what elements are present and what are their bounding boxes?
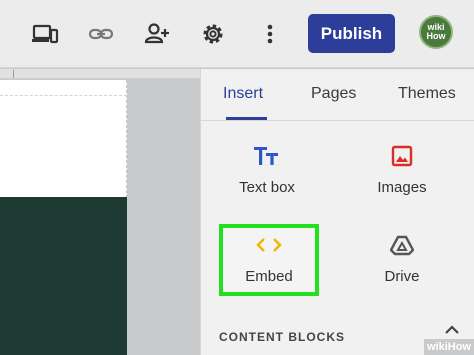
top-toolbar: Publish wiki How [0,0,474,68]
chevron-up-icon[interactable] [441,322,463,338]
devices-icon[interactable] [28,17,62,51]
insert-embed[interactable]: Embed [221,230,317,302]
tab-divider [201,120,474,121]
tab-pages[interactable]: Pages [311,85,356,103]
insert-panel: Insert Pages Themes Text box Images Embe… [200,69,474,355]
page-canvas[interactable] [0,69,200,355]
insert-drive[interactable]: Drive [354,230,450,302]
text-box-icon [254,141,280,171]
text-box-label: Text box [239,179,295,196]
person-add-icon[interactable] [140,17,174,51]
content-blocks-heading: CONTENT BLOCKS [219,330,345,344]
wikihow-watermark: wikiHow [424,339,474,355]
page-section[interactable] [0,80,127,198]
dark-section[interactable] [0,197,127,355]
drive-label: Drive [384,268,420,285]
gear-icon[interactable] [196,17,230,51]
tab-themes[interactable]: Themes [398,85,456,103]
embed-code-icon [256,230,282,260]
insert-text-box[interactable]: Text box [219,141,315,213]
ruler [0,69,200,79]
embed-label: Embed [245,268,293,285]
images-label: Images [377,179,427,196]
image-icon [391,141,413,171]
avatar[interactable]: wiki How [419,15,453,49]
publish-button[interactable]: Publish [308,14,395,53]
section-guide [0,95,127,96]
more-vert-icon[interactable] [253,17,287,51]
ruler-mark [13,70,14,78]
drive-icon [390,230,414,260]
link-icon[interactable] [84,17,118,51]
insert-images[interactable]: Images [354,141,450,213]
tab-insert[interactable]: Insert [223,85,263,103]
